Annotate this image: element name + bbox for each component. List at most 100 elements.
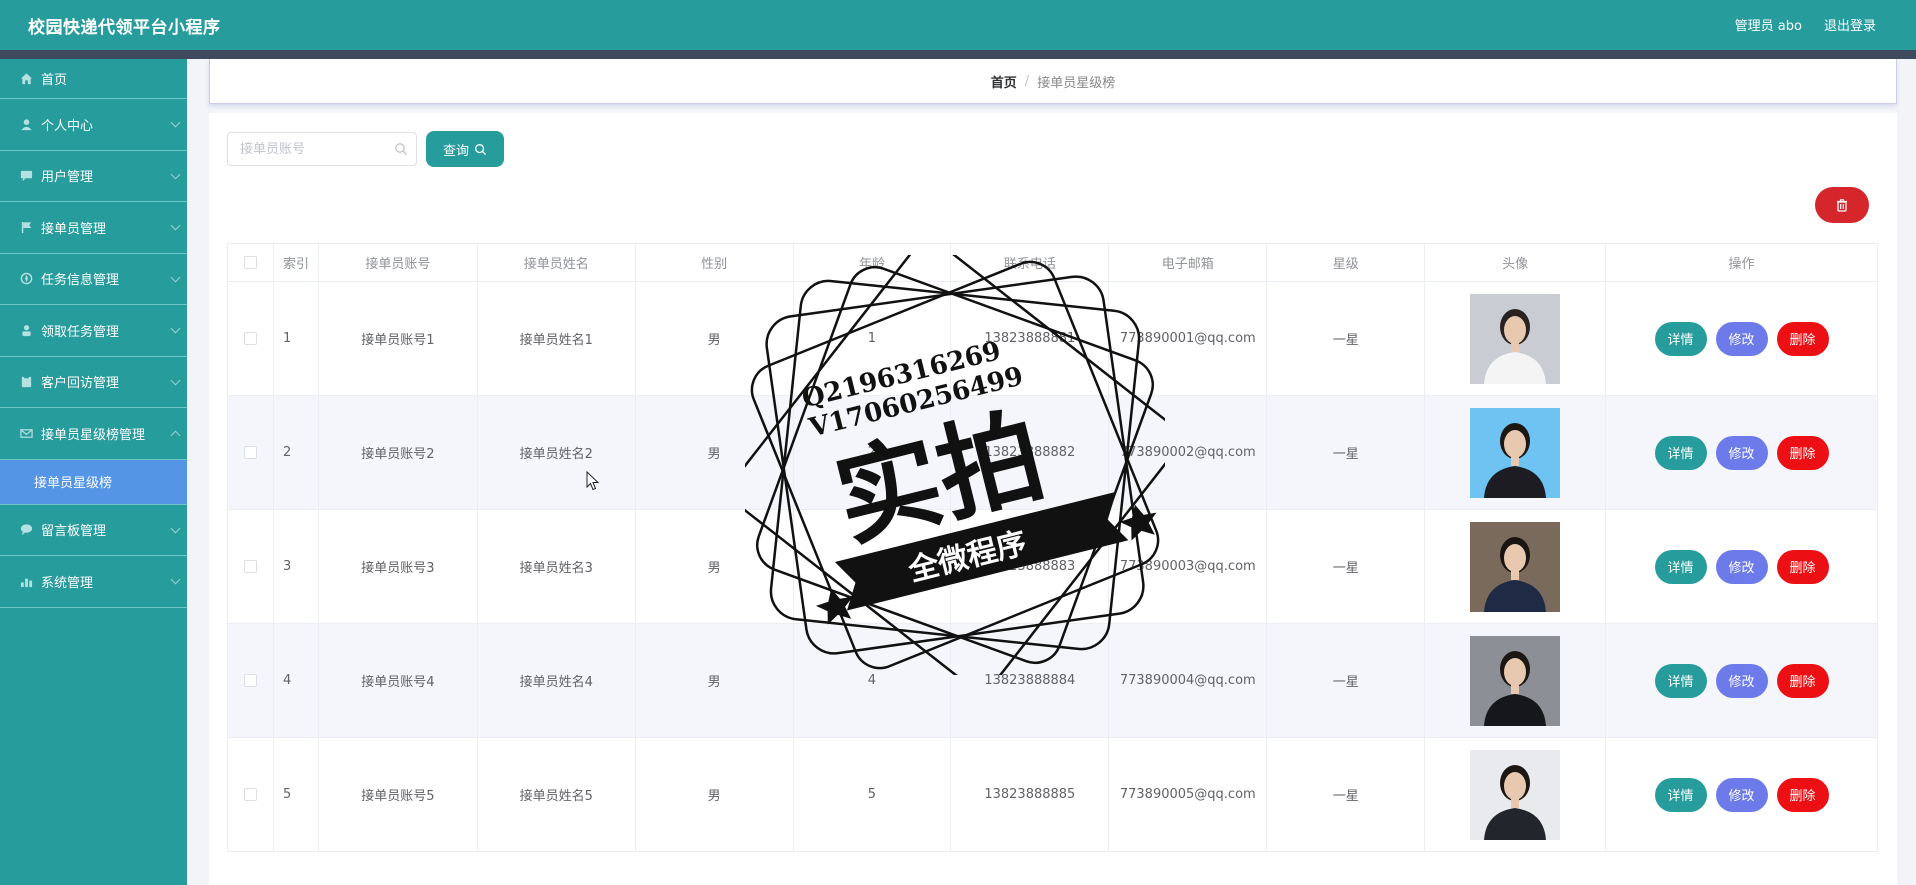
- cell-email: 773890005@qq.com: [1108, 737, 1268, 852]
- chat-icon: [20, 171, 33, 182]
- edit-button[interactable]: 修改: [1715, 435, 1768, 470]
- cell-index: 5: [272, 737, 319, 852]
- cell-email: 773890001@qq.com: [1108, 281, 1268, 396]
- sidebar-item-label: 用户管理: [41, 170, 94, 186]
- sidebar-item-home[interactable]: 首页: [0, 59, 187, 99]
- sidebar: 首页 个人中心 用户管理 接单员管理 任务信息管理 领取任务管理 客户回访管理 …: [0, 59, 187, 885]
- avatar[interactable]: [1470, 293, 1561, 384]
- sidebar-item-visits[interactable]: 客户回访管理: [0, 357, 187, 408]
- chevron-down-icon: [170, 375, 181, 385]
- compass-icon: [20, 272, 33, 285]
- sidebar-item-messages[interactable]: 留言板管理: [0, 505, 187, 556]
- chevron-down-icon: [170, 220, 181, 231]
- sidebar-item-star-ranking[interactable]: 接单员星级榜管理: [0, 408, 187, 460]
- chevron-down-icon: [170, 574, 181, 585]
- cell-name: 接单员姓名2: [476, 395, 636, 510]
- message-icon: [20, 524, 33, 536]
- edit-button[interactable]: 修改: [1715, 549, 1768, 584]
- sidebar-item-label: 接单员管理: [41, 221, 107, 237]
- search-icon: [475, 143, 487, 155]
- column-header: 年龄: [792, 243, 952, 282]
- detail-button[interactable]: 详情: [1654, 321, 1707, 356]
- avatar[interactable]: [1470, 749, 1561, 840]
- delete-button[interactable]: 删除: [1776, 663, 1829, 698]
- top-header: 校园快递代领平台小程序 管理员 abo 退出登录: [0, 0, 1916, 50]
- delete-button[interactable]: 删除: [1776, 321, 1829, 356]
- breadcrumb: 首页 / 接单员星级榜: [209, 59, 1897, 104]
- cell-account: 接单员账号4: [317, 623, 478, 738]
- cell-avatar: [1424, 737, 1607, 852]
- courier-star-table: 索引 接单员账号 接单员姓名 性别 年龄 联系电话 电子邮箱 星级 头像 操作 …: [227, 243, 1878, 852]
- cell-account: 接单员账号2: [317, 395, 478, 510]
- cell-gender: 男: [634, 395, 794, 510]
- cell-avatar: [1424, 623, 1607, 738]
- delete-button[interactable]: 删除: [1776, 777, 1829, 812]
- cell-name: 接单员姓名5: [476, 737, 636, 852]
- row-checkbox[interactable]: [243, 560, 257, 573]
- breadcrumb-home[interactable]: 首页: [991, 72, 1017, 91]
- chevron-down-icon: [170, 117, 181, 128]
- cell-age: 4: [792, 623, 952, 738]
- cell-age: 5: [792, 737, 952, 852]
- table-header-row: 索引 接单员账号 接单员姓名 性别 年龄 联系电话 电子邮箱 星级 头像 操作: [227, 243, 1878, 282]
- cell-age: 2: [792, 395, 952, 510]
- avatar[interactable]: [1470, 407, 1561, 498]
- row-checkbox[interactable]: [243, 446, 257, 459]
- sidebar-subitem-star-ranking[interactable]: 接单员星级榜: [0, 459, 187, 505]
- cell-gender: 男: [634, 509, 794, 624]
- chevron-up-icon: [170, 430, 181, 441]
- trash-icon: [1837, 199, 1847, 212]
- cell-index: 2: [272, 395, 319, 510]
- cell-actions: 详情 修改 删除: [1605, 509, 1878, 624]
- home-icon: [20, 73, 33, 85]
- cell-age: 3: [792, 509, 952, 624]
- row-checkbox[interactable]: [243, 674, 257, 687]
- sidebar-item-label: 留言板管理: [41, 524, 107, 540]
- edit-button[interactable]: 修改: [1715, 321, 1768, 356]
- admin-name: 管理员 abo: [1734, 19, 1802, 34]
- table-row: 3 接单员账号3 接单员姓名3 男 3 13823888883 773890003@qq.c…: [227, 509, 1878, 624]
- sidebar-item-couriers[interactable]: 接单员管理: [0, 202, 187, 254]
- sidebar-item-label: 任务信息管理: [41, 273, 120, 289]
- row-checkbox[interactable]: [243, 788, 257, 801]
- sidebar-item-claims[interactable]: 领取任务管理: [0, 305, 187, 357]
- cell-star: 一星: [1266, 623, 1426, 738]
- cell-name: 接单员姓名4: [476, 623, 636, 738]
- detail-button[interactable]: 详情: [1654, 549, 1707, 584]
- select-all-checkbox[interactable]: [243, 256, 257, 269]
- cell-email: 773890002@qq.com: [1108, 395, 1268, 510]
- column-header: 索引: [272, 243, 319, 282]
- row-checkbox[interactable]: [243, 332, 257, 345]
- sidebar-item-system[interactable]: 系统管理: [0, 556, 187, 608]
- sidebar-item-profile[interactable]: 个人中心: [0, 99, 187, 151]
- avatar[interactable]: [1470, 635, 1561, 726]
- query-button[interactable]: 查询: [426, 131, 504, 167]
- cell-star: 一星: [1266, 395, 1426, 510]
- delete-button[interactable]: 删除: [1776, 435, 1829, 470]
- chevron-down-icon: [170, 272, 181, 282]
- table-row: 4 接单员账号4 接单员姓名4 男 4 13823888884 773890004@qq.c…: [227, 623, 1878, 738]
- avatar[interactable]: [1470, 521, 1561, 612]
- search-field[interactable]: [227, 132, 417, 166]
- edit-button[interactable]: 修改: [1715, 777, 1768, 812]
- edit-button[interactable]: 修改: [1715, 663, 1768, 698]
- detail-button[interactable]: 详情: [1654, 777, 1707, 812]
- row-select-cell: [227, 395, 274, 510]
- cell-actions: 详情 修改 删除: [1605, 623, 1878, 738]
- search-input[interactable]: [228, 133, 388, 165]
- cell-phone: 13823888884: [950, 623, 1110, 738]
- cell-actions: 详情 修改 删除: [1605, 395, 1878, 510]
- delete-button[interactable]: 删除: [1776, 549, 1829, 584]
- detail-button[interactable]: 详情: [1654, 663, 1707, 698]
- cell-star: 一星: [1266, 737, 1426, 852]
- cell-phone: 13823888883: [950, 509, 1110, 624]
- cell-gender: 男: [634, 737, 794, 852]
- cell-account: 接单员账号1: [317, 281, 478, 396]
- sidebar-item-tasks[interactable]: 任务信息管理: [0, 254, 187, 305]
- cell-index: 3: [272, 509, 319, 624]
- detail-button[interactable]: 详情: [1654, 435, 1707, 470]
- query-button-label: 查询: [442, 143, 469, 159]
- logout-link[interactable]: 退出登录: [1824, 15, 1876, 34]
- batch-delete-button[interactable]: [1815, 187, 1869, 223]
- sidebar-item-users[interactable]: 用户管理: [0, 151, 187, 202]
